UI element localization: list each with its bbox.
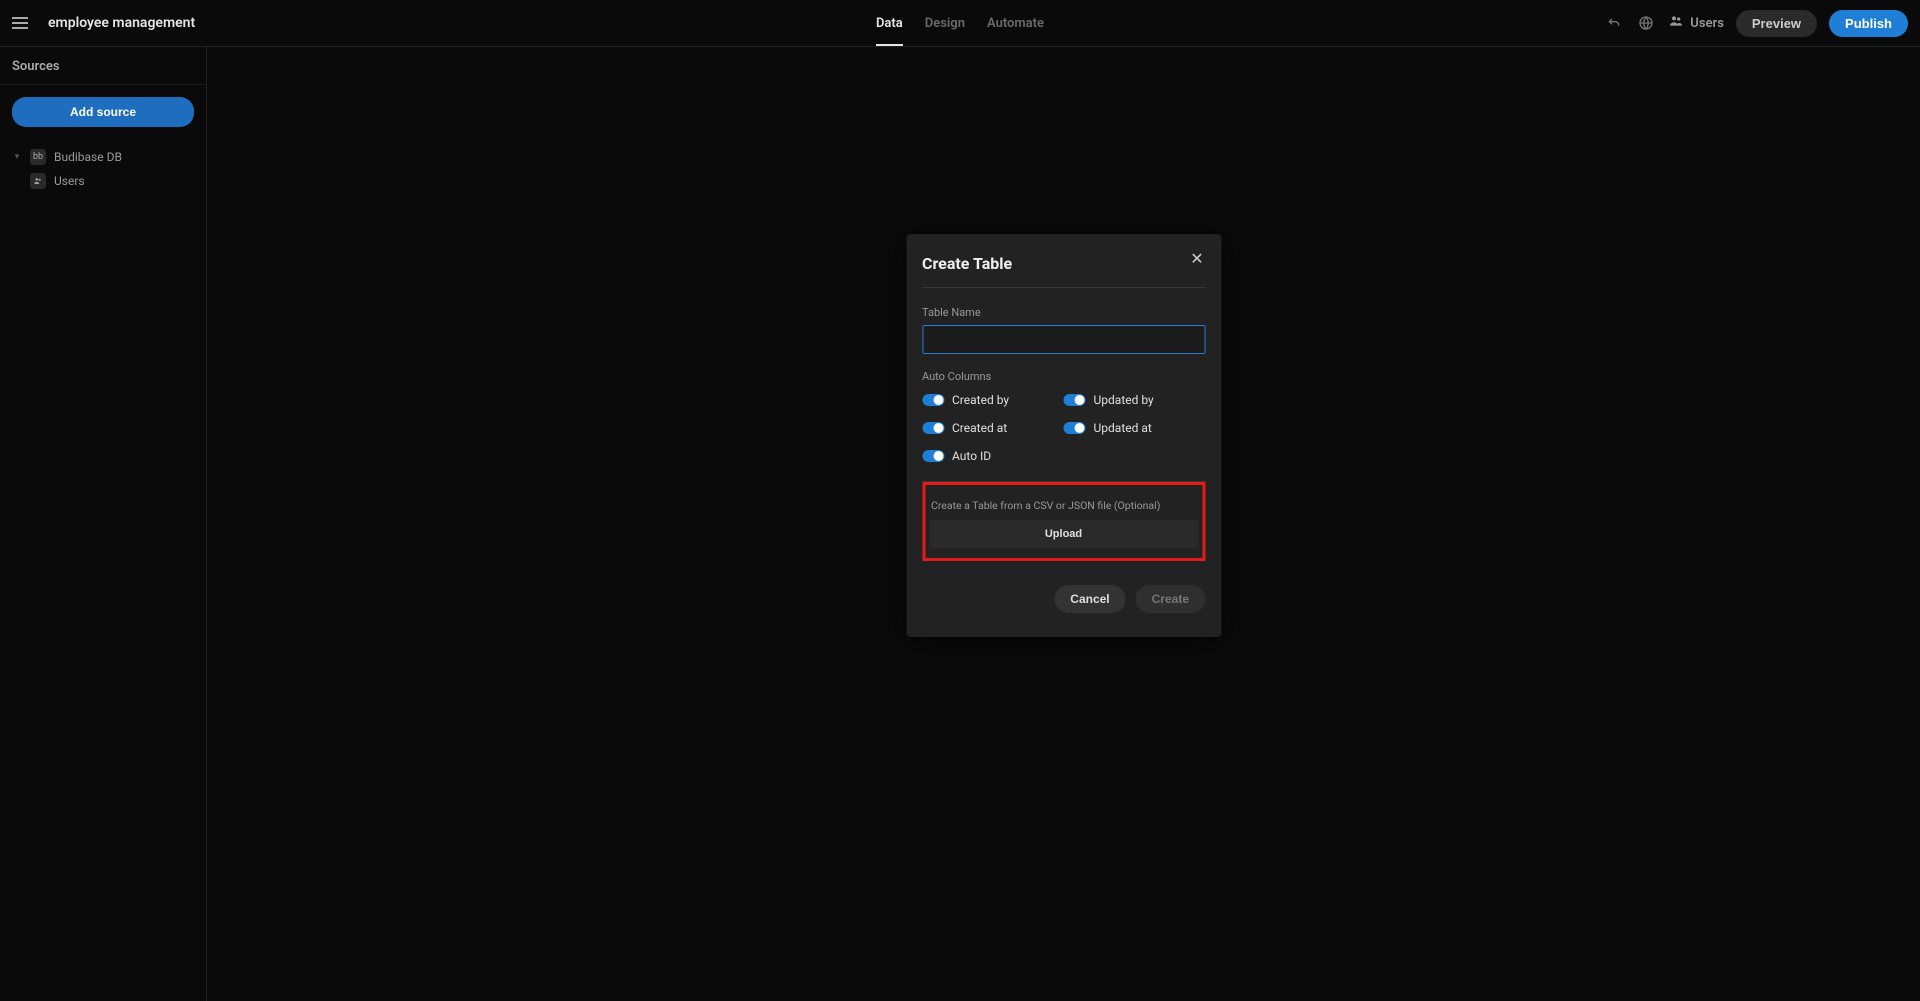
create-button[interactable]: Create [1136, 585, 1205, 613]
toggle-updated-at[interactable]: Updated at [1064, 421, 1206, 435]
toggle-created-at[interactable]: Created at [922, 421, 1064, 435]
add-source-button[interactable]: Add source [12, 97, 194, 127]
main-area: ✕ Create Table Table Name Auto Columns C… [207, 47, 1920, 1001]
undo-icon[interactable] [1604, 13, 1624, 33]
main-layout: Sources Add source ▾ bb Budibase DB User… [0, 47, 1920, 1001]
users-icon [1668, 13, 1684, 33]
sidebar: Sources Add source ▾ bb Budibase DB User… [0, 47, 207, 1001]
sidebar-title: Sources [0, 47, 206, 85]
toggle-label: Created by [952, 393, 1009, 407]
auto-columns-grid: Created by Updated by Created at Updated… [922, 393, 1205, 463]
close-icon[interactable]: ✕ [1187, 248, 1207, 268]
upload-description: Create a Table from a CSV or JSON file (… [929, 499, 1198, 512]
modal-divider [922, 287, 1205, 288]
toggle-switch[interactable] [1064, 394, 1086, 406]
auto-columns-label: Auto Columns [922, 370, 1205, 383]
topbar: employee management Data Design Automate… [0, 0, 1920, 47]
preview-button[interactable]: Preview [1736, 10, 1817, 37]
globe-icon[interactable] [1636, 13, 1656, 33]
toggle-label: Updated at [1094, 421, 1152, 435]
app-title: employee management [48, 15, 195, 31]
users-table-icon [30, 173, 46, 189]
toggle-switch[interactable] [922, 422, 944, 434]
tab-design[interactable]: Design [925, 0, 965, 46]
topbar-right: Users Preview Publish [1604, 10, 1908, 37]
toggle-label: Auto ID [952, 449, 991, 463]
toggle-updated-by[interactable]: Updated by [1064, 393, 1206, 407]
upload-section-highlighted: Create a Table from a CSV or JSON file (… [922, 482, 1205, 561]
source-list: ▾ bb Budibase DB Users [0, 139, 206, 199]
publish-button[interactable]: Publish [1829, 10, 1908, 37]
toggle-label: Created at [952, 421, 1007, 435]
table-name-input[interactable] [922, 325, 1205, 354]
budibase-db-icon: bb [30, 149, 46, 165]
tab-automate[interactable]: Automate [987, 0, 1044, 46]
modal-title: Create Table [922, 254, 1205, 273]
toggle-switch[interactable] [922, 450, 944, 462]
hamburger-menu-icon[interactable] [12, 12, 34, 34]
toggle-switch[interactable] [922, 394, 944, 406]
add-source-wrap: Add source [0, 85, 206, 139]
upload-button[interactable]: Upload [929, 520, 1198, 548]
source-item-label: Budibase DB [54, 150, 122, 164]
toggle-switch[interactable] [1064, 422, 1086, 434]
toggle-label: Updated by [1094, 393, 1154, 407]
top-tabs: Data Design Automate [876, 0, 1044, 46]
create-table-modal: ✕ Create Table Table Name Auto Columns C… [906, 234, 1221, 637]
modal-actions: Cancel Create [922, 585, 1205, 613]
chevron-down-icon: ▾ [12, 152, 22, 162]
tab-data[interactable]: Data [876, 0, 903, 46]
toggle-auto-id[interactable]: Auto ID [922, 449, 1064, 463]
users-label: Users [1690, 16, 1724, 31]
source-item-label: Users [54, 174, 85, 188]
table-name-label: Table Name [922, 306, 1205, 319]
source-item-budibase-db[interactable]: ▾ bb Budibase DB [10, 145, 196, 169]
source-item-users[interactable]: Users [10, 169, 196, 193]
users-button[interactable]: Users [1668, 13, 1724, 33]
toggle-created-by[interactable]: Created by [922, 393, 1064, 407]
cancel-button[interactable]: Cancel [1054, 585, 1125, 613]
